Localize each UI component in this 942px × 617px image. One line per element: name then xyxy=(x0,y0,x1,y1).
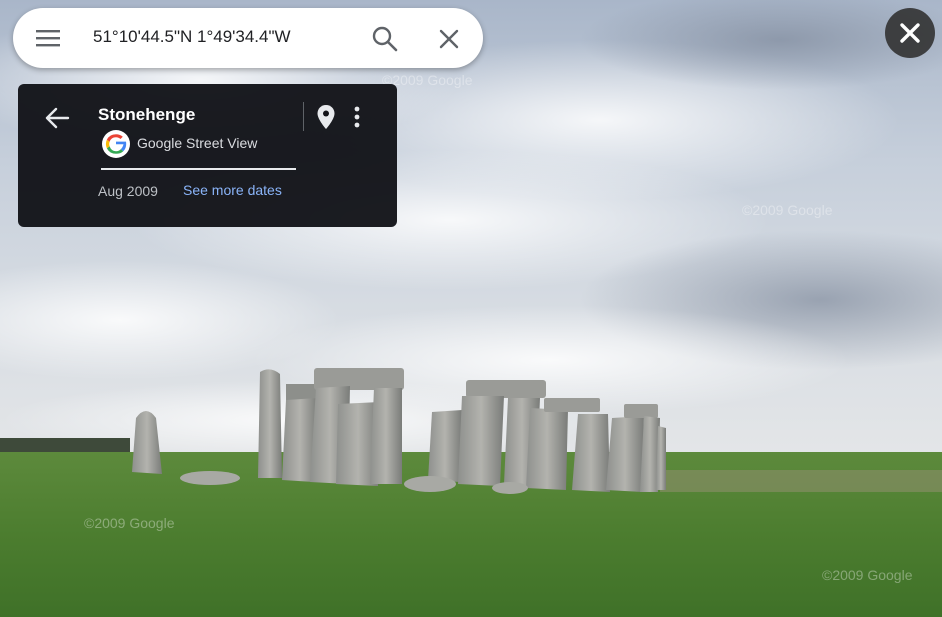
close-icon xyxy=(439,29,459,49)
google-g-logo-svg xyxy=(105,134,127,154)
back-button[interactable] xyxy=(42,104,74,132)
place-info-card: Stonehenge Google Street View Aug 2009 S… xyxy=(18,84,397,227)
more-options-button[interactable] xyxy=(345,102,369,132)
watermark: ©2009 Google xyxy=(742,202,833,218)
search-icon xyxy=(372,26,398,52)
exit-street-view-button[interactable] xyxy=(885,8,935,58)
search-input[interactable]: 51°10'44.5"N 1°49'34.4"W xyxy=(93,27,291,47)
capture-date: Aug 2009 xyxy=(98,183,158,199)
location-pin-button[interactable] xyxy=(313,102,339,132)
location-pin-icon xyxy=(317,105,335,129)
google-g-logo xyxy=(102,130,130,158)
imagery-source: Google Street View xyxy=(137,135,258,151)
card-divider xyxy=(303,102,304,131)
menu-button[interactable] xyxy=(33,25,63,51)
search-box[interactable]: 51°10'44.5"N 1°49'34.4"W xyxy=(13,8,483,68)
arrow-left-icon xyxy=(45,107,70,129)
more-vert-icon xyxy=(354,106,360,128)
see-more-dates-link[interactable]: See more dates xyxy=(183,182,282,198)
close-icon xyxy=(900,23,920,43)
search-button[interactable] xyxy=(369,23,401,55)
tree-line xyxy=(0,438,130,452)
distant-field xyxy=(660,470,942,492)
watermark: ©2009 Google xyxy=(84,515,175,531)
source-underline xyxy=(101,168,296,170)
place-title: Stonehenge xyxy=(98,105,196,124)
hamburger-menu-icon xyxy=(36,30,60,47)
watermark: ©2009 Google xyxy=(822,567,913,583)
clear-search-button[interactable] xyxy=(433,23,465,55)
